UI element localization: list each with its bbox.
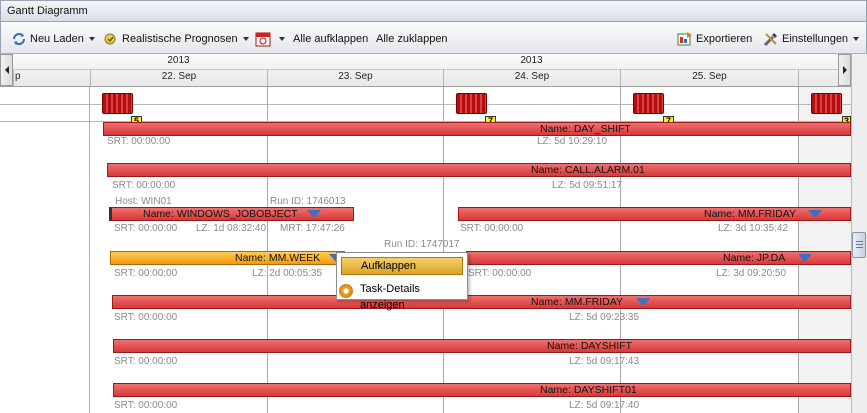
task-lz: LZ: 2d 00:05:35 — [252, 268, 323, 279]
task-srt: SRT: 00:00:00 — [107, 136, 171, 147]
task-run-id: Run ID: 1747017 — [384, 239, 460, 250]
vertical-scroll-thumb[interactable] — [852, 232, 866, 258]
menu-item-expand[interactable]: Aufklappen — [341, 257, 463, 275]
reload-label: Neu Laden — [30, 33, 84, 45]
load-calendar-icon[interactable] — [102, 93, 133, 114]
day-label: 25. Sep — [620, 70, 798, 86]
chevron-down-icon[interactable] — [853, 37, 860, 41]
toolbar: Neu Laden Realistische Prognosen Alle au… — [0, 22, 867, 54]
task-run-id: Run ID: 1746013 — [270, 196, 346, 207]
context-menu: Aufklappen Task-Details anzeigen — [336, 252, 468, 311]
expand-all-label: Alle aufklappen — [293, 33, 369, 45]
collapse-all-button[interactable]: Alle zuklappen — [376, 31, 448, 47]
arrow-left-icon — [4, 66, 9, 74]
calendar-icon — [255, 31, 271, 47]
task-srt: SRT: 00:00:00 — [112, 180, 176, 191]
task-srt: SRT: 00:00:00 — [114, 312, 178, 323]
calendar-filter-button[interactable] — [255, 31, 285, 47]
collapse-all-label: Alle zuklappen — [376, 33, 448, 45]
task-srt: SRT: 00:00:00 — [114, 268, 178, 279]
arrow-right-icon — [842, 66, 847, 74]
task-name: Name: JP.DA — [723, 252, 786, 264]
task-bar[interactable]: Name: JP.DA — [466, 251, 851, 265]
load-calendar-icon[interactable] — [811, 93, 842, 114]
task-srt: SRT: 00:00:00 — [114, 356, 178, 367]
task-name: Name: MM.FRIDAY — [531, 296, 623, 308]
task-lz: LZ: 3d 10:35:42 — [718, 223, 789, 234]
export-button[interactable]: Exportieren — [677, 31, 752, 47]
task-bar[interactable]: Name: MM.FRIDAY — [458, 207, 851, 221]
task-srt: SRT: 00:00:00 — [114, 223, 178, 234]
menu-item-expand-label: Aufklappen — [361, 260, 417, 272]
milestone-triangle-icon — [808, 210, 822, 218]
day-label: p — [13, 70, 90, 86]
expand-all-button[interactable]: Alle aufklappen — [293, 31, 368, 47]
chevron-down-icon[interactable] — [242, 37, 249, 41]
export-icon — [677, 31, 693, 47]
task-name: Name: MM.WEEK — [235, 252, 321, 264]
chevron-down-icon[interactable] — [88, 37, 95, 41]
chevron-down-icon[interactable] — [279, 37, 285, 41]
day-label — [798, 70, 838, 86]
task-bar[interactable]: Name: DAYSHIFT01 — [113, 383, 851, 397]
load-calendar-icon[interactable] — [456, 93, 487, 114]
window-title: Gantt Diagramm — [7, 5, 88, 17]
task-name: Name: DAYSHIFT — [547, 340, 632, 352]
task-lz: LZ: 5d 09:17:43 — [569, 356, 640, 367]
task-srt: SRT: 00:00:00 — [460, 223, 524, 234]
milestone-triangle-icon — [798, 254, 812, 262]
task-name: Name: CALL.ALARM.01 — [531, 164, 645, 176]
day-label: 22. Sep — [90, 70, 267, 86]
task-bar[interactable]: Name: MM.FRIDAY — [112, 295, 851, 309]
task-host: Host: WIN01 — [115, 196, 172, 207]
year-label: 2013 — [520, 55, 543, 66]
forecast-button[interactable]: Realistische Prognosen — [103, 31, 249, 47]
milestone-triangle-icon — [636, 298, 650, 306]
menu-item-task-details[interactable]: Task-Details anzeigen — [341, 281, 467, 311]
task-lz: LZ: 5d 09:17:40 — [569, 400, 640, 411]
refresh-icon — [11, 31, 27, 47]
load-calendar-icon[interactable] — [633, 93, 664, 114]
task-lz: LZ: 5d 09:23:35 — [569, 312, 640, 323]
scroll-right-button[interactable] — [838, 54, 851, 86]
settings-label: Einstellungen — [782, 33, 849, 45]
day-label: 23. Sep — [267, 70, 443, 86]
task-name: Name: MM.FRIDAY — [704, 208, 796, 220]
export-label: Exportieren — [696, 33, 753, 45]
tools-icon — [763, 31, 779, 47]
day-label: 24. Sep — [443, 70, 620, 86]
year-label: 2013 — [167, 55, 190, 66]
task-bar[interactable]: Name: DAYSHIFT — [113, 339, 851, 353]
forecast-label: Realistische Prognosen — [122, 33, 238, 45]
task-lz: LZ: 5d 09:51:17 — [552, 180, 623, 191]
task-bar[interactable]: Name: WINDOWS_JOBOBJECT — [109, 207, 354, 221]
task-lz: LZ: 5d 10:29:10 — [537, 136, 608, 147]
task-name: Name: DAY_SHIFT — [540, 123, 631, 135]
scroll-left-button[interactable] — [0, 54, 13, 86]
row-header-panel — [0, 87, 90, 413]
task-name: Name: DAYSHIFT01 — [540, 384, 637, 396]
reload-button[interactable]: Neu Laden — [11, 31, 95, 47]
task-lz: LZ: 1d 08:32:40 — [196, 223, 267, 234]
task-bar[interactable]: Name: CALL.ALARM.01 — [107, 163, 851, 177]
task-name: Name: WINDOWS_JOBOBJECT — [143, 208, 298, 220]
window-title-bar: Gantt Diagramm — [0, 0, 867, 22]
task-srt: SRT: 00:00:00 — [114, 400, 178, 411]
task-bar-selected[interactable]: Name: MM.WEEK — [110, 251, 345, 265]
task-lz: LZ: 3d 09:20:50 — [716, 268, 787, 279]
task-srt: SRT: 00:00:00 — [468, 268, 532, 279]
milestone-triangle-icon — [307, 210, 321, 218]
task-bar[interactable]: Name: DAY_SHIFT — [103, 122, 851, 136]
forecast-icon — [103, 31, 119, 47]
task-mrt: MRT: 17:47:26 — [280, 223, 345, 234]
settings-button[interactable]: Einstellungen — [763, 31, 860, 47]
